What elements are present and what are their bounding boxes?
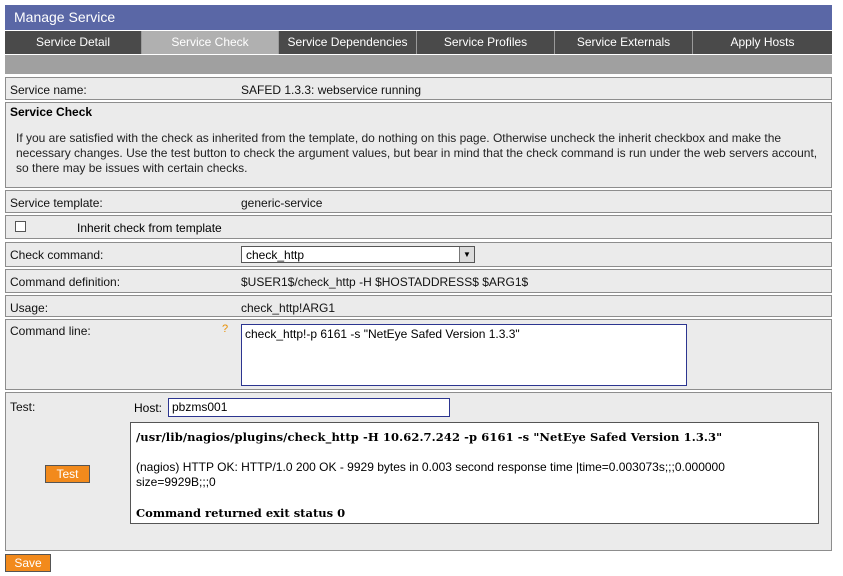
save-button[interactable]: Save [5,554,51,572]
window-title: Manage Service [5,5,832,30]
test-label: Test: [10,400,36,414]
help-icon[interactable]: ? [222,323,228,335]
command-line-row: Command line: ? check_http!-p 6161 -s "N… [5,319,832,390]
output-exit-status: Command returned exit status 0 [136,506,346,520]
service-name-label: Service name: [10,83,87,97]
command-line-input[interactable]: check_http!-p 6161 -s "NetEye Safed Vers… [241,324,687,386]
output-result: (nagios) HTTP OK: HTTP/1.0 200 OK - 9929… [136,460,725,489]
usage-row: Usage: check_http!ARG1 [5,295,832,317]
tab-apply-hosts[interactable]: Apply Hosts [693,31,832,54]
service-template-row: Service template: generic-service [5,190,832,213]
test-button[interactable]: Test [45,465,90,483]
service-template-label: Service template: [10,196,103,210]
section-title: Service Check [10,105,93,119]
test-output-panel: /usr/lib/nagios/plugins/check_http -H 10… [130,422,819,524]
command-definition-row: Command definition: $USER1$/check_http -… [5,269,832,293]
test-section: Test: Host: pbzms001 Test /usr/lib/nagio… [5,392,832,551]
service-template-value: generic-service [241,196,323,210]
tab-service-check[interactable]: Service Check [142,31,279,54]
host-label: Host: [134,401,163,415]
inherit-label: Inherit check from template [77,221,222,235]
check-command-select[interactable]: check_http ▼ [241,246,475,263]
chevron-down-icon: ▼ [459,247,474,262]
tab-service-profiles[interactable]: Service Profiles [417,31,555,54]
usage-label: Usage: [10,301,49,315]
host-input[interactable]: pbzms001 [168,398,450,417]
service-name-row: Service name: SAFED 1.3.3: webservice ru… [5,77,832,100]
section-description: If you are satisfied with the check as i… [16,131,818,175]
inherit-checkbox[interactable] [15,221,26,232]
service-check-section: Service Check If you are satisfied with … [5,102,832,188]
output-command: /usr/lib/nagios/plugins/check_http -H 10… [136,430,723,444]
check-command-selected: check_http [246,248,305,262]
usage-value: check_http!ARG1 [241,301,336,315]
inherit-row: Inherit check from template [5,215,832,239]
command-line-label: Command line: [10,324,91,338]
command-definition-value: $USER1$/check_http -H $HOSTADDRESS$ $ARG… [241,275,529,289]
tab-bar: Service Detail Service Check Service Dep… [5,31,832,54]
command-definition-label: Command definition: [10,275,121,289]
check-command-label: Check command: [10,248,104,262]
check-command-row: Check command: check_http ▼ [5,242,832,267]
tab-service-externals[interactable]: Service Externals [555,31,693,54]
service-name-value: SAFED 1.3.3: webservice running [241,83,422,97]
tab-service-dependencies[interactable]: Service Dependencies [279,31,417,54]
tab-service-detail[interactable]: Service Detail [5,31,142,54]
toolbar-strip [5,55,832,74]
